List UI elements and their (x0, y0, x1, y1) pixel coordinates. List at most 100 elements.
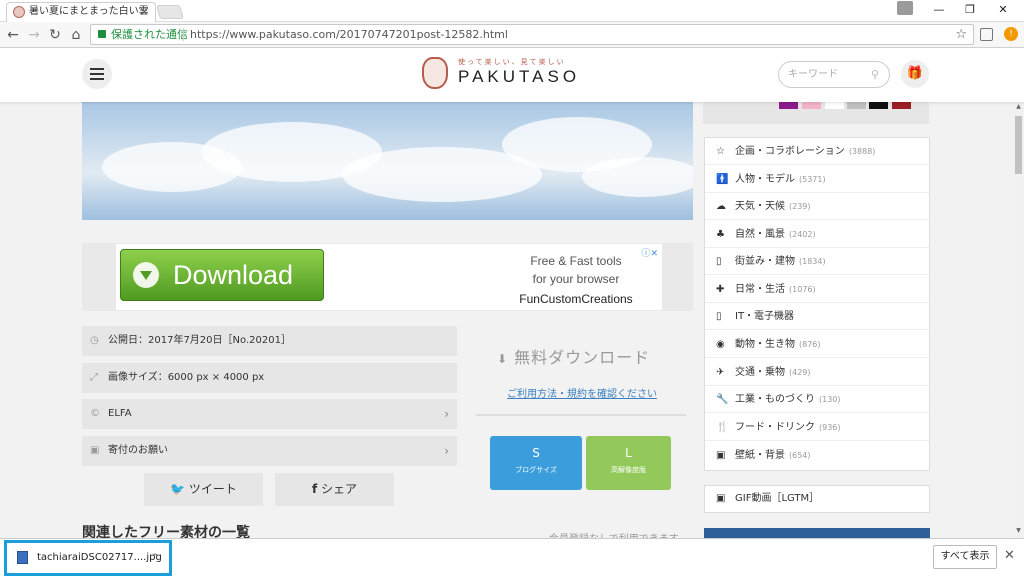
category-item[interactable]: ✚ 日常・生活 (1076) (705, 276, 929, 303)
ad-line-2: for your browser (532, 272, 620, 286)
download-icon: ⬇ (497, 352, 509, 366)
reload-icon[interactable]: ↻ (46, 26, 64, 44)
paw-icon: ◉ (716, 339, 725, 350)
category-label: 街並み・建物 (735, 256, 795, 267)
category-label: 人物・モデル (735, 174, 795, 185)
small-size-sub: ブログサイズ (515, 466, 557, 474)
author-link[interactable]: © ELFA › (82, 399, 457, 429)
category-item[interactable]: 🔧 工業・ものづくり (130) (705, 386, 929, 413)
category-item[interactable]: ✈ 交通・乗物 (429) (705, 359, 929, 386)
gif-icon: ▣ (716, 493, 726, 504)
category-item[interactable]: 🍴 フード・ドリンク (936) (705, 414, 929, 441)
facebook-icon: f (311, 482, 318, 496)
swatch-white[interactable] (755, 102, 774, 109)
swatch-pink[interactable] (802, 102, 821, 109)
download-item[interactable]: tachiaraiDSC02717....jpg ^ (4, 540, 172, 576)
donate-text: 寄付のお願い (108, 445, 168, 456)
adchoices-icon[interactable]: ⓘ✕ (641, 246, 658, 259)
download-small-button[interactable]: S ブログサイズ (490, 436, 582, 490)
url-text[interactable]: https://www.pakutaso.com/20170747201post… (190, 25, 508, 44)
puzzle-icon: ✚ (716, 284, 725, 295)
donate-link[interactable]: ▣ 寄付のお願い › (82, 436, 457, 466)
omnibox-divider (183, 28, 184, 41)
gif-link[interactable]: ▣ GIF動画［LGTM］ (704, 485, 930, 513)
resize-icon: ⤢ (90, 372, 98, 383)
category-label: 交通・乗物 (735, 367, 785, 378)
category-item[interactable]: ▯ 街並み・建物 (1834) (705, 248, 929, 275)
menu-alert-icon[interactable]: ! (1004, 27, 1018, 41)
home-icon[interactable]: ⌂ (67, 26, 85, 44)
category-item[interactable]: ◉ 動物・生き物 (876) (705, 331, 929, 358)
category-item[interactable]: 🚹 人物・モデル (5371) (705, 166, 929, 193)
tab-close-icon[interactable]: × (140, 3, 149, 21)
share-label: シェア (321, 482, 358, 496)
clock-icon: ◷ (90, 335, 99, 346)
sidebar-banner[interactable] (704, 528, 930, 538)
browser-toolbar: ← → ↻ ⌂ 保護された通信 https://www.pakutaso.com… (0, 22, 1024, 48)
category-item[interactable]: ☁ 天気・天候 (239) (705, 193, 929, 220)
extension-icon[interactable] (980, 28, 993, 41)
photo-preview (82, 102, 693, 220)
bookmark-star-icon[interactable]: ☆ (955, 25, 967, 44)
category-item[interactable]: ♣ 自然・風景 (2402) (705, 221, 929, 248)
swatch-purple[interactable] (779, 102, 798, 109)
gift-icon[interactable]: 🎁 (901, 60, 929, 88)
scroll-up-icon[interactable]: ▲ (1013, 103, 1024, 113)
ad-line-1: Free & Fast tools (530, 254, 622, 268)
category-item[interactable]: ▣ 壁紙・背景 (654) (705, 442, 929, 469)
hamburger-menu-icon[interactable] (82, 59, 112, 89)
swatch-gray[interactable] (847, 102, 866, 109)
search-input[interactable]: キーワード ⚲ (778, 61, 890, 88)
category-label: フード・ドリンク (735, 422, 815, 433)
free-download-title: 無料ダウンロード (514, 348, 651, 367)
close-icon[interactable]: ✕ (1004, 548, 1015, 563)
facebook-share-button[interactable]: f シェア (275, 473, 394, 506)
ad-download-label: Download (173, 260, 294, 290)
show-all-button[interactable]: すべて表示 (933, 545, 997, 569)
wrench-icon: 🔧 (716, 394, 729, 405)
category-label: 日常・生活 (735, 284, 785, 295)
category-item[interactable]: ▯ IT・電子機器 (705, 303, 929, 330)
ad-content[interactable]: Download Free & Fast tools for your brow… (116, 244, 662, 310)
gif-label: GIF動画［LGTM］ (735, 493, 820, 504)
back-icon[interactable]: ← (4, 26, 22, 44)
search-icon[interactable]: ⚲ (871, 62, 879, 87)
person-icon: 🚹 (716, 174, 729, 185)
terms-link[interactable]: ご利用方法・規約を確認ください (507, 385, 657, 400)
category-count: (3888) (848, 147, 876, 156)
browser-tab[interactable]: 暑い夏にまとまった白い雲 × (6, 2, 156, 22)
image-file-icon (17, 551, 28, 564)
rabbit-logo-icon[interactable] (422, 57, 448, 89)
address-bar[interactable]: 保護された通信 https://www.pakutaso.com/2017074… (90, 24, 974, 45)
category-count: (239) (789, 202, 811, 211)
chevron-right-icon: › (444, 444, 449, 458)
swatch-black[interactable] (869, 102, 888, 109)
category-label: 動物・生き物 (735, 339, 795, 350)
site-logo[interactable]: PAKUTASO (458, 67, 580, 87)
large-size-sub: 高解像度版 (611, 466, 646, 474)
profile-icon[interactable] (897, 1, 913, 15)
swatch-white-2[interactable] (825, 102, 844, 109)
category-label: IT・電子機器 (735, 311, 795, 322)
window-close-button[interactable]: ✕ (988, 0, 1018, 20)
forward-icon[interactable]: → (25, 26, 43, 44)
ad-download-button[interactable]: Download (120, 249, 324, 301)
download-large-button[interactable]: L 高解像度版 (586, 436, 671, 490)
image-size-text: 画像サイズ：6000 px × 4000 px (108, 372, 265, 383)
tweet-button[interactable]: 🐦 ツイート (144, 473, 263, 506)
category-label: 天気・天候 (735, 201, 785, 212)
free-download-heading: ⬇ 無料ダウンロード (497, 344, 650, 368)
chevron-up-icon[interactable]: ^ (151, 543, 159, 573)
category-count: (429) (789, 368, 811, 377)
new-tab-button[interactable] (156, 5, 184, 19)
picture-icon: ▣ (716, 450, 726, 461)
tab-strip: 暑い夏にまとまった白い雲 × — ❐ ✕ (0, 0, 1024, 22)
download-filename: tachiaraiDSC02717....jpg (37, 552, 162, 563)
minimize-button[interactable]: — (924, 0, 954, 20)
swatch-red[interactable] (892, 102, 911, 109)
scroll-thumb[interactable] (1015, 116, 1022, 174)
scroll-down-icon[interactable]: ▼ (1013, 527, 1024, 537)
category-item[interactable]: ☆ 企画・コラボレーション (3888) (705, 138, 929, 165)
ad-line-3: FunCustomCreations (519, 292, 633, 306)
restore-button[interactable]: ❐ (955, 0, 985, 20)
